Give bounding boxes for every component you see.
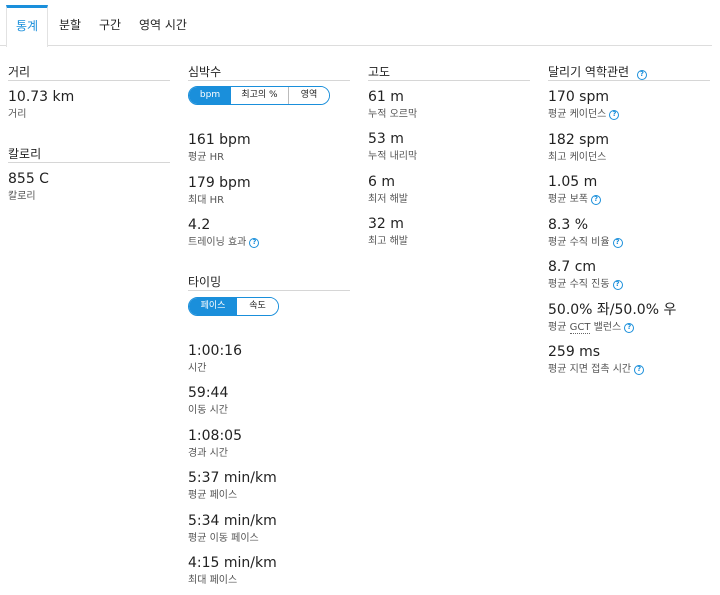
- ground-contact-time-label: 평균 지면 접촉 시간: [548, 364, 632, 375]
- help-circle-icon[interactable]: ?: [249, 238, 260, 248]
- avg-stride-label: 평균 보폭: [548, 194, 588, 205]
- calories-section-title: 칼로리: [8, 146, 170, 163]
- max-elevation-label: 최고 해발: [368, 236, 408, 247]
- help-circle-icon[interactable]: ?: [609, 110, 620, 120]
- avg-cadence-label: 평균 케이던스: [548, 109, 607, 120]
- max-pace-value: 4:15 min/km: [188, 555, 277, 571]
- help-circle-icon[interactable]: ?: [612, 238, 623, 248]
- toggle-speed[interactable]: 속도: [237, 298, 278, 315]
- tab-laps[interactable]: 구간: [90, 5, 130, 46]
- toggle-zone[interactable]: 영역: [289, 87, 329, 104]
- tab-stats[interactable]: 통계: [6, 5, 48, 47]
- moving-time-stat: 59:44 이동 시간: [188, 384, 228, 418]
- tab-splits[interactable]: 분할: [50, 5, 90, 46]
- max-elevation-value: 32 m: [368, 216, 404, 232]
- calories-stat: 855 C 칼로리: [8, 170, 49, 204]
- elevation-section-title: 고도: [368, 64, 530, 81]
- moving-time-label: 이동 시간: [188, 405, 228, 416]
- calories-value: 855 C: [8, 171, 49, 187]
- distance-value: 10.73 km: [8, 89, 75, 105]
- moving-time-value: 59:44: [188, 385, 229, 401]
- max-pace-label: 최대 페이스: [188, 575, 238, 586]
- max-elevation-stat: 32 m 최고 해발: [368, 215, 408, 249]
- heart-rate-section-title: 심박수: [188, 64, 350, 81]
- avg-stride-stat: 1.05 m 평균 보폭?: [548, 173, 601, 207]
- help-circle-icon[interactable]: ?: [636, 70, 647, 80]
- help-circle-icon[interactable]: ?: [612, 280, 623, 290]
- elapsed-time-value: 1:08:05: [188, 428, 242, 444]
- max-pace-stat: 4:15 min/km 최대 페이스: [188, 554, 277, 588]
- time-stat: 1:00:16 시간: [188, 342, 242, 376]
- training-effect-stat: 4.2 트레이닝 효과?: [188, 216, 260, 250]
- vertical-oscillation-stat: 8.7 cm 평균 수직 진동?: [548, 258, 623, 292]
- time-value: 1:00:16: [188, 343, 242, 359]
- max-hr-stat: 179 bpm 최대 HR: [188, 174, 251, 208]
- vertical-ratio-value: 8.3 %: [548, 217, 589, 233]
- help-circle-icon[interactable]: ?: [590, 195, 601, 205]
- vertical-oscillation-value: 8.7 cm: [548, 259, 597, 275]
- avg-pace-value: 5:37 min/km: [188, 470, 277, 486]
- min-elevation-label: 최저 해발: [368, 194, 408, 205]
- total-descent-value: 53 m: [368, 131, 404, 147]
- calories-label: 칼로리: [8, 191, 36, 202]
- total-ascent-stat: 61 m 누적 오르막: [368, 88, 417, 122]
- tab-zone-time[interactable]: 영역 시간: [132, 5, 194, 46]
- gct-balance-label: 평균 GCT 밸런스?: [548, 321, 676, 335]
- total-descent-stat: 53 m 누적 내리막: [368, 130, 417, 164]
- timing-section-title: 타이밍: [188, 274, 350, 291]
- max-hr-value: 179 bpm: [188, 175, 251, 191]
- training-effect-label: 트레이닝 효과: [188, 237, 247, 248]
- distance-section-title: 거리: [8, 64, 170, 81]
- avg-cadence-stat: 170 spm 평균 케이던스?: [548, 88, 620, 122]
- avg-pace-label: 평균 페이스: [188, 490, 238, 501]
- help-circle-icon[interactable]: ?: [624, 323, 635, 333]
- total-descent-label: 누적 내리막: [368, 151, 418, 162]
- help-circle-icon[interactable]: ?: [634, 365, 645, 375]
- avg-pace-stat: 5:37 min/km 평균 페이스: [188, 469, 277, 503]
- ground-contact-time-value: 259 ms: [548, 344, 601, 360]
- gct-balance-stat: 50.0% 좌/50.0% 우 평균 GCT 밸런스?: [548, 301, 676, 335]
- elapsed-time-label: 경과 시간: [188, 448, 228, 459]
- avg-moving-pace-value: 5:34 min/km: [188, 513, 277, 529]
- min-elevation-stat: 6 m 최저 해발: [368, 173, 408, 207]
- toggle-max-percent[interactable]: 최고의 %: [231, 87, 289, 104]
- toggle-pace[interactable]: 페이스: [189, 298, 237, 315]
- max-cadence-label: 최고 케이던스: [548, 152, 607, 163]
- avg-hr-stat: 161 bpm 평균 HR: [188, 131, 251, 165]
- toggle-bpm[interactable]: bpm: [189, 87, 231, 104]
- avg-moving-pace-stat: 5:34 min/km 평균 이동 페이스: [188, 512, 277, 546]
- tab-bar: 통계 분할 구간 영역 시간: [0, 0, 712, 47]
- vertical-oscillation-label: 평균 수직 진동: [548, 279, 610, 290]
- avg-stride-value: 1.05 m: [548, 174, 598, 190]
- timing-unit-toggle: 페이스 속도: [188, 297, 279, 316]
- gct-abbreviation[interactable]: GCT: [569, 322, 591, 334]
- avg-hr-value: 161 bpm: [188, 132, 251, 148]
- min-elevation-value: 6 m: [368, 174, 395, 190]
- heart-rate-unit-toggle: bpm 최고의 % 영역: [188, 86, 330, 105]
- vertical-ratio-label: 평균 수직 비율: [548, 237, 610, 248]
- max-hr-label: 최대 HR: [188, 195, 225, 206]
- avg-cadence-value: 170 spm: [548, 89, 609, 105]
- distance-stat: 10.73 km 거리: [8, 88, 74, 122]
- training-effect-value: 4.2: [188, 217, 211, 233]
- time-label: 시간: [188, 363, 207, 374]
- total-ascent-label: 누적 오르막: [368, 109, 418, 120]
- distance-label: 거리: [8, 109, 27, 120]
- gct-balance-value: 50.0% 좌/50.0% 우: [548, 302, 677, 318]
- max-cadence-stat: 182 spm 최고 케이던스: [548, 131, 609, 165]
- running-dynamics-section-title: 달리기 역학관련 ?: [548, 64, 710, 81]
- vertical-ratio-stat: 8.3 % 평균 수직 비율?: [548, 216, 623, 250]
- max-cadence-value: 182 spm: [548, 132, 609, 148]
- elapsed-time-stat: 1:08:05 경과 시간: [188, 427, 242, 461]
- avg-hr-label: 평균 HR: [188, 152, 225, 163]
- avg-moving-pace-label: 평균 이동 페이스: [188, 533, 259, 544]
- total-ascent-value: 61 m: [368, 89, 404, 105]
- ground-contact-time-stat: 259 ms 평균 지면 접촉 시간?: [548, 343, 645, 377]
